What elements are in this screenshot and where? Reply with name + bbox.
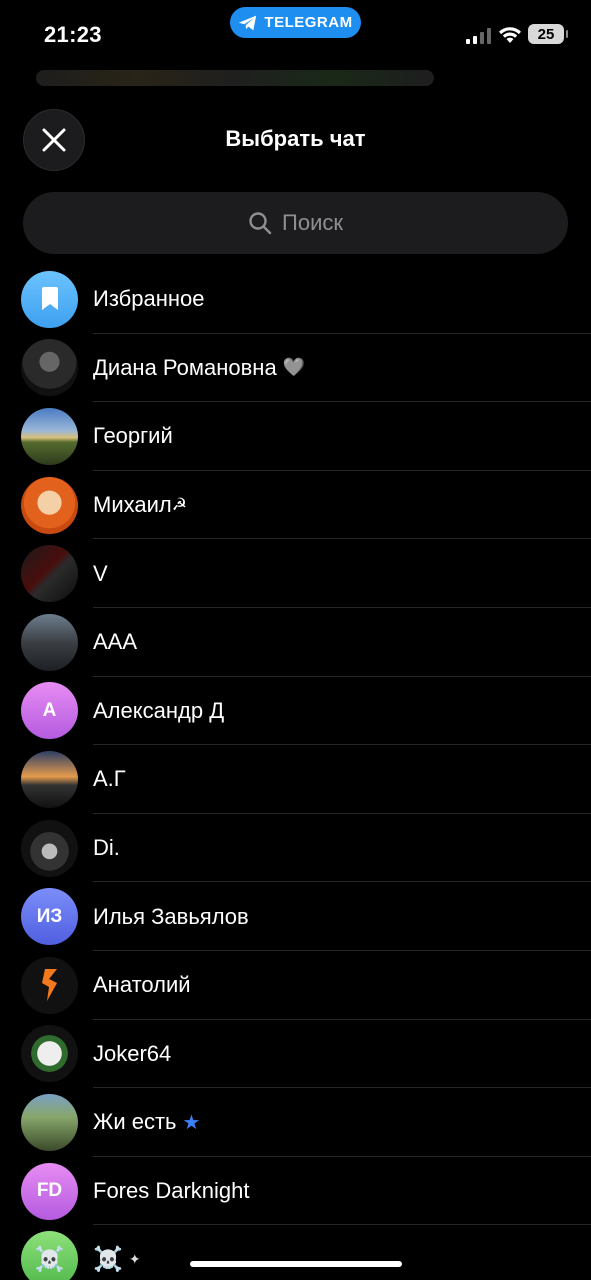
chat-name: Fores Darknight (93, 1178, 250, 1204)
chat-name: Joker64 (93, 1040, 172, 1066)
avatar (21, 339, 78, 397)
chat-name: Георгий (93, 423, 173, 449)
chat-row[interactable]: Анатолий (0, 951, 591, 1020)
avatar: А (21, 682, 78, 740)
chat-row[interactable]: ☠️ ☠️ ✦ (0, 1225, 591, 1280)
chat-row[interactable]: FD Fores Darknight (0, 1157, 591, 1226)
heart-badge-icon: 🩶 (282, 357, 306, 378)
chat-row[interactable]: Joker64 (0, 1020, 591, 1089)
chat-name: AAA (93, 629, 138, 655)
home-indicator[interactable] (190, 1261, 402, 1267)
avatar-initials: FD (36, 1180, 63, 1202)
chat-name: Di. (93, 835, 120, 861)
chat-row[interactable]: ИЗ Илья Завьялов (0, 882, 591, 951)
chat-row[interactable]: AAA (0, 608, 591, 677)
wifi-icon (499, 27, 521, 43)
chat-row[interactable]: А.Г (0, 745, 591, 814)
bookmark-icon (41, 287, 58, 311)
search-placeholder: Поиск (282, 210, 343, 235)
blurred-background (36, 70, 434, 86)
page-title: Выбрать чат (225, 126, 366, 151)
chat-row[interactable]: Di. (0, 814, 591, 883)
chat-name: Диана Романовна 🩶 (93, 354, 306, 380)
chat-name: А.Г (93, 766, 126, 792)
chat-row[interactable]: Михаил ☭ (0, 471, 591, 540)
avatar-initials: А (42, 699, 57, 721)
avatar (21, 750, 78, 808)
chat-name: Михаил ☭ (93, 492, 187, 518)
search-input[interactable]: Поиск (23, 192, 568, 254)
avatar (21, 270, 78, 328)
avatar: ИЗ (21, 888, 78, 946)
skull-icon: ☠️ (34, 1246, 65, 1274)
avatar (21, 545, 78, 603)
avatar (21, 956, 78, 1014)
chat-name: V (93, 560, 108, 586)
chat-name: Избранное (93, 286, 205, 312)
avatar: ☠️ (21, 1231, 78, 1280)
avatar (21, 1025, 78, 1083)
telegram-pill-label: TELEGRAM (264, 14, 353, 31)
avatar (21, 613, 78, 671)
avatar: FD (21, 1162, 78, 1220)
cellular-signal-icon (466, 27, 491, 44)
avatar (21, 819, 78, 877)
chat-row[interactable]: А Александр Д (0, 677, 591, 746)
chat-row[interactable]: Жи есть ★ (0, 1088, 591, 1157)
avatar (21, 407, 78, 465)
telegram-pill[interactable]: TELEGRAM (230, 7, 361, 38)
sparkle-badge-icon: ✦ (128, 1251, 141, 1268)
chat-name: Илья Завьялов (93, 903, 249, 929)
chat-list[interactable]: Избранное Диана Романовна 🩶 Георгий Миха… (0, 265, 591, 1280)
avatar-initials: ИЗ (36, 905, 63, 927)
star-badge-icon: ★ (182, 1111, 201, 1134)
chat-row[interactable]: V (0, 539, 591, 608)
chat-name: Жи есть ★ (93, 1109, 201, 1135)
chat-name: Александр Д (93, 697, 225, 723)
avatar (21, 476, 78, 534)
telegram-icon (239, 15, 257, 30)
avatar (21, 1093, 78, 1151)
chat-name: Анатолий (93, 972, 191, 998)
chat-row-saved[interactable]: Избранное (0, 265, 591, 334)
chat-name: ☠️ ✦ (93, 1246, 141, 1274)
search-icon (249, 212, 272, 235)
flame-logo-icon (41, 969, 57, 1002)
battery-indicator: 25 (528, 24, 568, 44)
status-bar: 21:23 TELEGRAM 25 (0, 0, 591, 70)
status-time: 21:23 (44, 22, 102, 47)
chat-row[interactable]: Диана Романовна 🩶 (0, 334, 591, 403)
chat-row[interactable]: Георгий (0, 402, 591, 471)
hammer-sickle-badge-icon: ☭ (171, 495, 187, 515)
